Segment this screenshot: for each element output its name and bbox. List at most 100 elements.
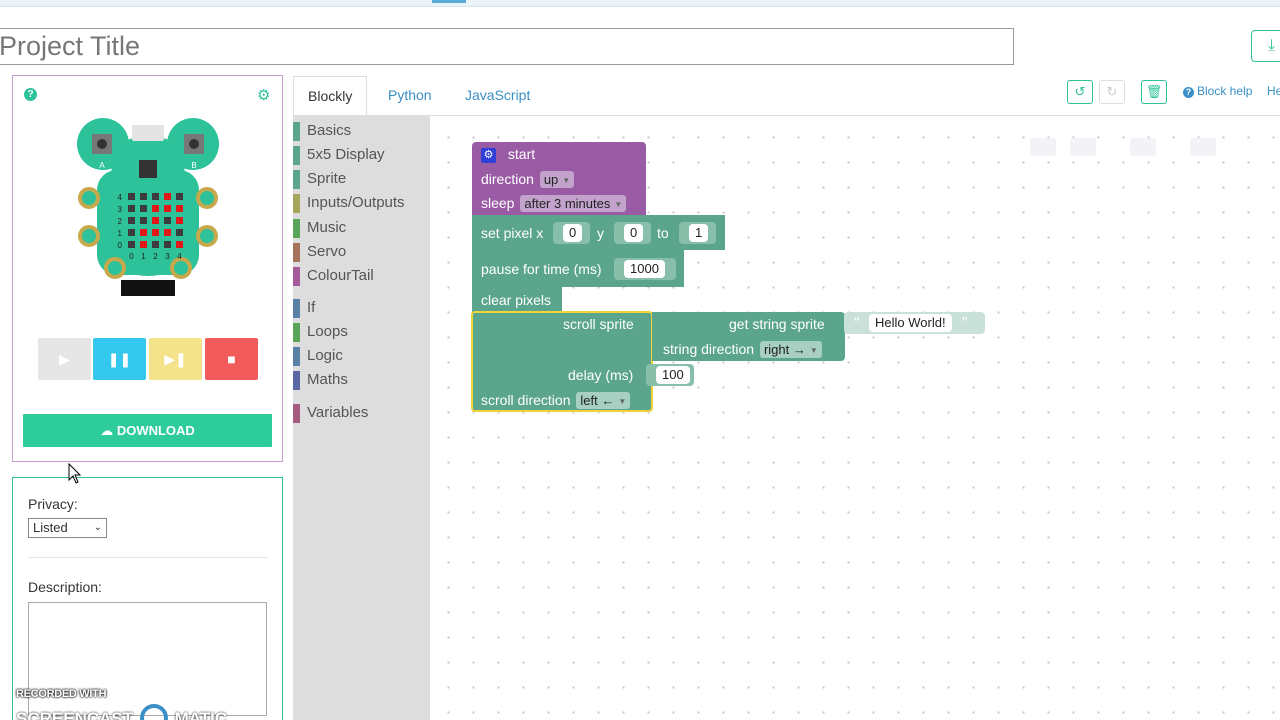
watermark-line1: RECORDED WITH: [16, 688, 107, 700]
codebug-board: A B 43210 01234: [77, 118, 219, 296]
direction-row: direction up ▼: [481, 171, 575, 188]
download-button[interactable]: ☁ DOWNLOAD: [23, 414, 272, 447]
led-pixel: [152, 205, 159, 212]
toolbox-category-io[interactable]: Inputs/Outputs: [293, 192, 405, 214]
trash-button[interactable]: 🗑: [1141, 80, 1167, 104]
string-direction-row: string direction right → ▼: [663, 341, 822, 358]
block-help-link[interactable]: ? Block help: [1183, 84, 1252, 98]
category-swatch: [293, 299, 300, 318]
project-title-input[interactable]: Project Title: [0, 28, 1014, 65]
led-pixel: [128, 193, 135, 200]
privacy-select[interactable]: Listed ⌄: [28, 518, 107, 538]
scroll-direction-value: left ←: [580, 393, 615, 408]
led-pixel: [140, 241, 147, 248]
watermark-line2: SCREENCAST: [16, 709, 134, 720]
watermark-logo: SCREENCAST MATIC: [16, 704, 227, 720]
toolbox-category-logic[interactable]: Logic: [293, 345, 343, 367]
watermark-ring-icon: [139, 704, 168, 720]
settings-icon[interactable]: ⚙: [481, 147, 496, 163]
category-swatch: [293, 122, 300, 141]
delay-input[interactable]: 100: [656, 366, 690, 384]
stop-icon: ■: [227, 351, 236, 367]
led-pixel: [152, 241, 159, 248]
gear-icon[interactable]: ⚙: [257, 86, 270, 104]
sleep-dropdown[interactable]: after 3 minutes ▼: [520, 195, 627, 212]
help-link[interactable]: He: [1267, 84, 1280, 98]
workspace-ghost: [1190, 138, 1216, 156]
pixel-y-label: y: [597, 225, 604, 241]
toolbox-category-loops[interactable]: Loops: [293, 321, 348, 343]
redo-button[interactable]: ↻: [1099, 80, 1125, 104]
pixel-to-label: to: [657, 225, 669, 241]
tab-python[interactable]: Python: [374, 76, 446, 116]
play-icon: ▶: [59, 351, 70, 367]
undo-icon: ↺: [1074, 84, 1086, 99]
set-pixel-label: set pixel x: [481, 225, 544, 241]
pause-button[interactable]: ❚❚: [93, 338, 146, 380]
category-label: Maths: [307, 371, 348, 388]
direction-value: up: [543, 172, 559, 187]
mouse-cursor: [68, 463, 82, 484]
row-labels: 4 3 2 1 0: [118, 193, 123, 250]
dropdown-arrow-icon: ▼: [614, 200, 623, 210]
tab-blockly[interactable]: Blockly: [293, 76, 368, 116]
led-pixel: [176, 217, 183, 224]
category-swatch: [293, 170, 300, 189]
toolbox-category-if[interactable]: If: [293, 297, 315, 319]
open-quote-icon: “: [854, 315, 860, 332]
toolbox-category-colourtail[interactable]: ColourTail: [293, 265, 374, 287]
pixel-to-input[interactable]: 1: [689, 224, 709, 242]
toolbox-category-variables[interactable]: Variables: [293, 402, 368, 424]
led-pixel: [128, 241, 135, 248]
string-direction-dropdown[interactable]: right → ▼: [759, 341, 822, 358]
sleep-row: sleep after 3 minutes ▼: [481, 195, 627, 212]
toolbox-category-display[interactable]: 5x5 Display: [293, 144, 385, 166]
led-pixel: [128, 217, 135, 224]
tab-javascript[interactable]: JavaScript: [451, 76, 544, 116]
play-button[interactable]: ▶: [38, 338, 91, 380]
workspace-ghost: [1130, 138, 1156, 156]
download-icon[interactable]: ⤓: [1251, 30, 1280, 62]
category-label: Music: [307, 219, 347, 236]
pixel-x-input[interactable]: 0: [563, 224, 583, 242]
top-strip-indicator: [432, 0, 466, 3]
delay-label: delay (ms): [568, 367, 634, 383]
toolbox-category-basics[interactable]: Basics: [293, 120, 351, 142]
led-pixel: [176, 205, 183, 212]
category-label: Inputs/Outputs: [307, 194, 405, 211]
row-label: 3: [118, 205, 123, 214]
toolbox-category-maths[interactable]: Maths: [293, 369, 348, 391]
step-icon: ▶❚: [164, 351, 187, 367]
col-label: 4: [177, 252, 182, 261]
button-b[interactable]: [184, 134, 204, 154]
direction-dropdown[interactable]: up ▼: [539, 171, 575, 188]
button-a[interactable]: [92, 134, 112, 154]
category-swatch: [293, 146, 300, 165]
toolbox-category-servo[interactable]: Servo: [293, 241, 346, 263]
category-swatch: [293, 371, 300, 390]
help-icon[interactable]: ?: [24, 88, 37, 101]
clear-pixels-label: clear pixels: [481, 292, 552, 308]
undo-button[interactable]: ↺: [1067, 80, 1093, 104]
workspace-ghost: [1030, 138, 1056, 156]
col-label: 0: [129, 252, 134, 261]
text-input[interactable]: Hello World!: [869, 314, 952, 332]
dropdown-arrow-icon: ▼: [562, 176, 571, 186]
led-pixel: [128, 205, 135, 212]
string-direction-value: right →: [763, 342, 806, 357]
category-label: Sprite: [307, 170, 347, 187]
start-label: start: [507, 146, 536, 162]
trash-icon: 🗑: [1145, 84, 1163, 99]
pause-input[interactable]: 1000: [624, 260, 665, 278]
pixel-y-input[interactable]: 0: [624, 224, 644, 242]
scroll-direction-dropdown[interactable]: left ← ▼: [576, 392, 631, 409]
stop-button[interactable]: ■: [205, 338, 258, 380]
button-b-label: B: [191, 161, 196, 170]
category-swatch: [293, 323, 300, 342]
toolbox-category-sprite[interactable]: Sprite: [293, 168, 346, 190]
step-button[interactable]: ▶❚: [149, 338, 202, 380]
category-label: ColourTail: [307, 267, 374, 284]
question-icon: ?: [1183, 87, 1194, 98]
led-pixel: [152, 217, 159, 224]
toolbox-category-music[interactable]: Music: [293, 217, 346, 239]
